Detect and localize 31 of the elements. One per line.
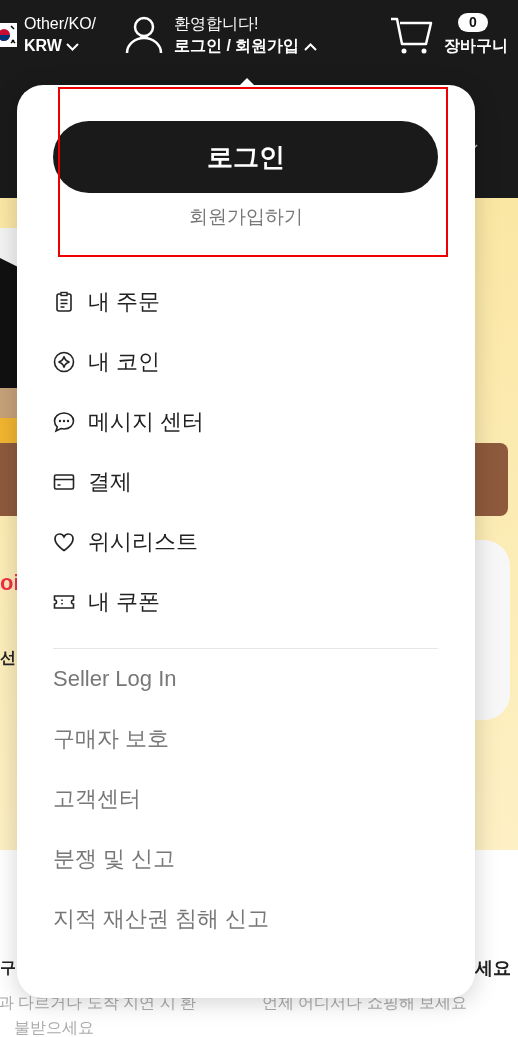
currency-selector[interactable]: KRW xyxy=(24,35,97,57)
menu-link[interactable]: 고객센터 xyxy=(53,784,141,814)
menu-link[interactable]: 지적 재산권 침해 신고 xyxy=(53,904,270,934)
menu-item[interactable]: 내 주문 xyxy=(88,287,161,317)
chat-bubble-icon xyxy=(53,411,75,433)
credit-card-icon xyxy=(53,471,75,493)
signup-link[interactable]: 회원가입하기 xyxy=(188,205,303,229)
region-label[interactable]: Other/KO/ xyxy=(24,13,97,35)
menu-item[interactable]: 메시지 센터 xyxy=(88,407,205,437)
section-heading: 선 xyxy=(0,648,16,668)
description-text: 불받으세요 xyxy=(14,1018,94,1037)
menu-item[interactable]: 결제 xyxy=(88,467,132,497)
menu-item[interactable]: 위시리스트 xyxy=(88,527,198,557)
section-heading: 세요 xyxy=(475,958,511,980)
chevron-down-icon xyxy=(66,43,80,51)
login-button[interactable]: 로그인 xyxy=(53,121,438,193)
menu-item[interactable]: 내 코인 xyxy=(88,347,161,377)
greeting-text: 환영합니다! xyxy=(174,14,260,34)
menu-link[interactable]: 분쟁 및 신고 xyxy=(53,844,176,874)
cart-count-badge: 0 xyxy=(458,13,488,32)
section-heading: 구 xyxy=(0,958,16,978)
menu-item[interactable]: 내 쿠폰 xyxy=(88,587,161,617)
menu-link[interactable]: Seller Log In xyxy=(53,666,177,692)
cart-label[interactable]: 장바구니 xyxy=(444,35,508,57)
coin-icon xyxy=(53,351,75,373)
user-icon[interactable] xyxy=(124,16,165,54)
cart-icon[interactable] xyxy=(390,15,434,55)
menu-link[interactable]: 구매자 보호 xyxy=(53,724,170,754)
heart-icon xyxy=(53,531,75,553)
account-menu-toggle[interactable]: 로그인 / 회원가입 xyxy=(174,35,317,57)
clipboard-icon xyxy=(53,291,75,313)
